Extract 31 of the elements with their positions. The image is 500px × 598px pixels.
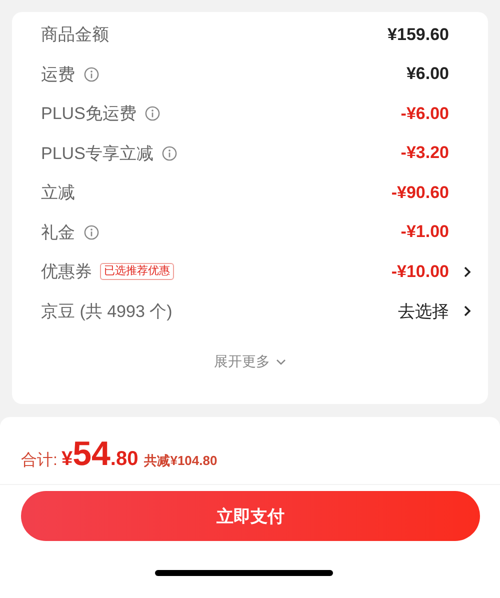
currency-symbol: ¥	[61, 448, 73, 471]
row-value: -¥6.00	[400, 104, 449, 124]
info-icon[interactable]	[84, 66, 99, 82]
chevron-icon[interactable]	[463, 305, 471, 318]
chevron-down-icon	[276, 359, 286, 365]
row-value: -¥10.00	[391, 262, 449, 282]
row-label: PLUS专享立减	[41, 142, 154, 165]
total-label: 合计:	[21, 450, 58, 471]
pay-button[interactable]: 立即支付	[21, 491, 480, 541]
row-value: -¥90.60	[391, 182, 449, 203]
row-label: 礼金	[41, 222, 75, 244]
row-label: 商品金额	[41, 24, 109, 46]
saved-amount: 共减¥104.80	[144, 452, 218, 470]
total-decimal: .80	[110, 448, 138, 471]
row-label: 运费	[41, 64, 75, 86]
row-value: ¥159.60	[388, 24, 449, 45]
row-value: ¥6.00	[406, 64, 449, 84]
tag: 已选推荐优惠	[100, 263, 174, 280]
row-label: 京豆 (共 4993 个)	[41, 300, 172, 323]
row-label: 立减	[41, 182, 75, 204]
row-value: 去选择	[398, 300, 449, 323]
chevron-icon[interactable]	[463, 266, 471, 278]
row-value: -¥3.20	[400, 143, 449, 164]
row-label: 优惠券	[41, 261, 92, 284]
expand-more-link[interactable]: 展开更多	[214, 353, 270, 371]
info-icon[interactable]	[84, 224, 99, 240]
row-value: -¥1.00	[400, 222, 449, 242]
row-label: PLUS免运费	[41, 103, 136, 126]
total-integer: 54	[72, 435, 110, 474]
info-icon[interactable]	[145, 106, 160, 122]
info-icon[interactable]	[162, 146, 178, 161]
